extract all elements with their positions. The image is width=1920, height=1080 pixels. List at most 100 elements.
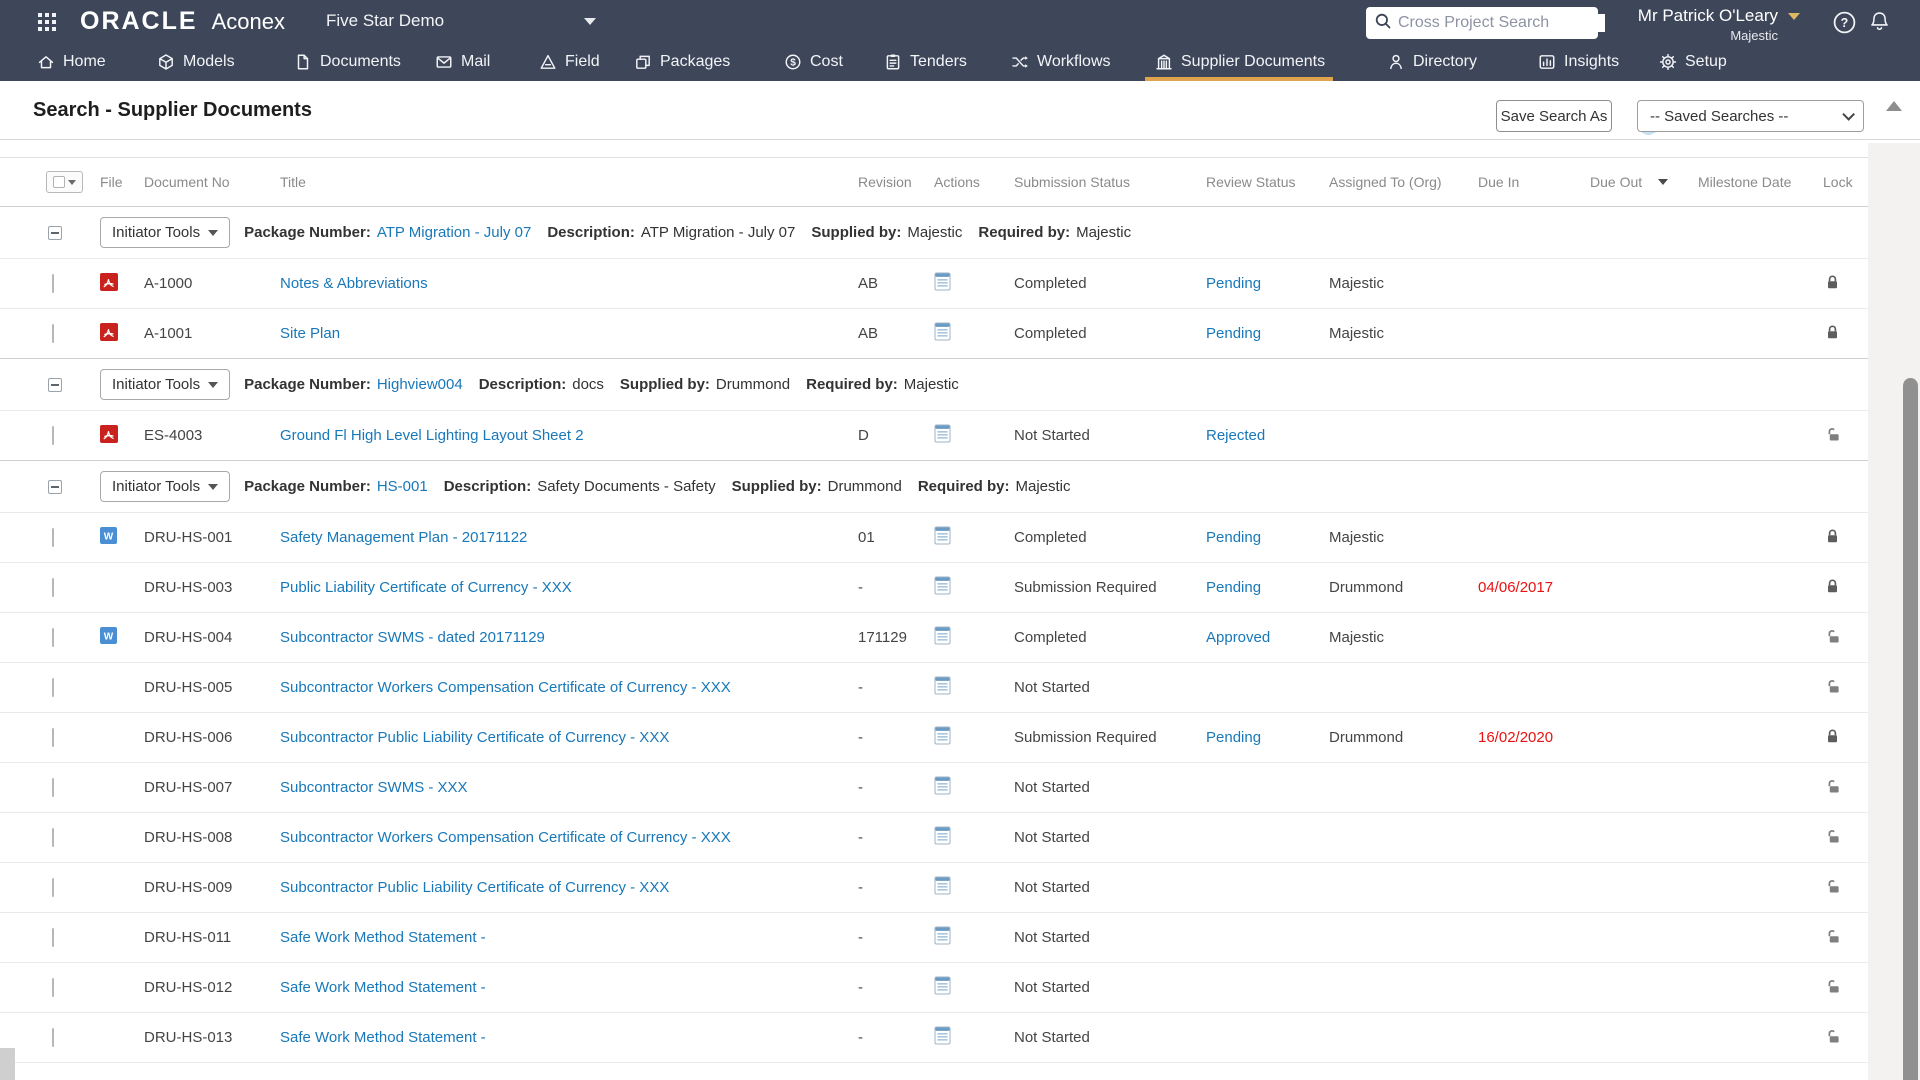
nav-item-directory[interactable]: Directory xyxy=(1387,42,1477,81)
actions-table-icon[interactable] xyxy=(934,776,951,795)
column-header-document-no[interactable]: Document No xyxy=(144,174,280,190)
actions-table-icon[interactable] xyxy=(934,626,951,645)
review-status-link[interactable]: Rejected xyxy=(1206,427,1265,444)
row-checkbox[interactable] xyxy=(52,426,54,445)
column-header-revision[interactable]: Revision xyxy=(858,174,934,190)
row-checkbox[interactable] xyxy=(52,1028,54,1047)
select-all-control[interactable] xyxy=(44,171,100,193)
nav-item-supplier-documents[interactable]: Supplier Documents xyxy=(1144,42,1334,81)
actions-table-icon[interactable] xyxy=(934,676,951,695)
nav-item-setup[interactable]: Setup xyxy=(1659,42,1727,81)
actions-table-icon[interactable] xyxy=(934,272,951,291)
row-checkbox[interactable] xyxy=(52,528,54,547)
document-title-link[interactable]: Ground Fl High Level Lighting Layout She… xyxy=(280,427,584,444)
nav-item-documents[interactable]: Documents xyxy=(294,42,401,81)
pdf-file-icon[interactable] xyxy=(100,424,118,443)
actions-table-icon[interactable] xyxy=(934,424,951,443)
document-title-link[interactable]: Subcontractor SWMS - XXX xyxy=(280,779,468,796)
initiator-tools-button[interactable]: Initiator Tools xyxy=(100,369,231,400)
column-header-file[interactable]: File xyxy=(100,174,144,190)
project-switcher[interactable]: Five Star Demo xyxy=(326,11,597,31)
review-status-link[interactable]: Pending xyxy=(1206,579,1261,596)
saved-searches-select[interactable]: -- Saved Searches -- xyxy=(1637,100,1864,132)
column-header-milestone-date[interactable]: Milestone Date xyxy=(1690,174,1815,190)
nav-item-models[interactable]: Models xyxy=(157,42,235,81)
group-package-number-value[interactable]: Highview004 xyxy=(377,376,463,393)
actions-table-icon[interactable] xyxy=(934,322,951,341)
document-title-link[interactable]: Subcontractor Public Liability Certifica… xyxy=(280,879,669,896)
select-all-checkbox[interactable] xyxy=(53,176,65,188)
column-header-review-status[interactable]: Review Status xyxy=(1206,174,1329,190)
document-title-link[interactable]: Notes & Abbreviations xyxy=(280,275,428,292)
actions-table-icon[interactable] xyxy=(934,526,951,545)
row-checkbox[interactable] xyxy=(52,274,54,293)
vertical-scrollbar-thumb[interactable] xyxy=(1903,378,1918,1080)
actions-table-icon[interactable] xyxy=(934,926,951,945)
nav-item-mail[interactable]: Mail xyxy=(435,42,490,81)
review-status-link[interactable]: Pending xyxy=(1206,729,1261,746)
document-title-link[interactable]: Safe Work Method Statement - xyxy=(280,979,486,996)
help-icon[interactable]: ? xyxy=(1832,10,1856,34)
user-menu[interactable]: Mr Patrick O'Leary Majestic xyxy=(1638,6,1800,43)
document-title-link[interactable]: Subcontractor Workers Compensation Certi… xyxy=(280,829,731,846)
column-header-title[interactable]: Title xyxy=(280,174,858,190)
row-checkbox[interactable] xyxy=(52,928,54,947)
row-checkbox[interactable] xyxy=(52,678,54,697)
pdf-file-icon[interactable] xyxy=(100,272,118,291)
nav-item-packages[interactable]: Packages xyxy=(634,42,730,81)
nav-item-home[interactable]: Home xyxy=(37,42,106,81)
pdf-file-icon[interactable] xyxy=(100,322,118,341)
row-checkbox[interactable] xyxy=(52,828,54,847)
document-title-link[interactable]: Subcontractor SWMS - dated 20171129 xyxy=(280,629,545,646)
review-status-link[interactable]: Pending xyxy=(1206,275,1261,292)
initiator-tools-button[interactable]: Initiator Tools xyxy=(100,217,231,248)
actions-table-icon[interactable] xyxy=(934,876,951,895)
row-checkbox[interactable] xyxy=(52,628,54,647)
document-title-link[interactable]: Safe Work Method Statement - xyxy=(280,929,486,946)
column-header-actions[interactable]: Actions xyxy=(934,174,1006,190)
word-file-icon[interactable]: W xyxy=(100,527,117,544)
document-title-link[interactable]: Site Plan xyxy=(280,325,340,342)
row-checkbox[interactable] xyxy=(52,578,54,597)
column-header-lock[interactable]: Lock xyxy=(1815,174,1868,190)
row-checkbox[interactable] xyxy=(52,324,54,343)
actions-table-icon[interactable] xyxy=(934,826,951,845)
search-input[interactable] xyxy=(1398,14,1605,32)
nav-item-insights[interactable]: Insights xyxy=(1538,42,1619,81)
actions-table-icon[interactable] xyxy=(934,1026,951,1045)
scroll-up-arrow[interactable] xyxy=(1886,101,1902,111)
column-header-assigned-to[interactable]: Assigned To (Org) xyxy=(1329,174,1478,190)
review-status-link[interactable]: Pending xyxy=(1206,529,1261,546)
nav-item-field[interactable]: Field xyxy=(539,42,600,81)
document-title-link[interactable]: Safe Work Method Statement - xyxy=(280,1029,486,1046)
column-header-due-in[interactable]: Due In xyxy=(1478,174,1590,190)
actions-table-icon[interactable] xyxy=(934,976,951,995)
row-checkbox[interactable] xyxy=(52,728,54,747)
row-checkbox[interactable] xyxy=(52,878,54,897)
group-package-number-value[interactable]: HS-001 xyxy=(377,478,428,495)
nav-item-workflows[interactable]: Workflows xyxy=(1011,42,1111,81)
document-title-link[interactable]: Safety Management Plan - 20171122 xyxy=(280,529,527,546)
app-launcher-grid-icon[interactable] xyxy=(37,12,57,32)
row-checkbox[interactable] xyxy=(52,778,54,797)
notifications-bell-icon[interactable] xyxy=(1868,10,1892,34)
actions-table-icon[interactable] xyxy=(934,576,951,595)
document-title-link[interactable]: Public Liability Certificate of Currency… xyxy=(280,579,572,596)
review-status-link[interactable]: Approved xyxy=(1206,629,1270,646)
document-title-link[interactable]: Subcontractor Public Liability Certifica… xyxy=(280,729,669,746)
word-file-icon[interactable]: W xyxy=(100,627,117,644)
review-status-link[interactable]: Pending xyxy=(1206,325,1261,342)
actions-table-icon[interactable] xyxy=(934,726,951,745)
collapse-group-icon[interactable] xyxy=(48,377,62,392)
collapse-group-icon[interactable] xyxy=(48,225,62,240)
group-package-number-value[interactable]: ATP Migration - July 07 xyxy=(377,224,532,241)
vertical-scrollbar-track[interactable] xyxy=(1868,143,1920,1080)
nav-item-tenders[interactable]: Tenders xyxy=(884,42,967,81)
save-search-as-button[interactable]: Save Search As xyxy=(1496,100,1612,132)
collapse-group-icon[interactable] xyxy=(48,479,62,494)
initiator-tools-button[interactable]: Initiator Tools xyxy=(100,471,231,502)
document-title-link[interactable]: Subcontractor Workers Compensation Certi… xyxy=(280,679,731,696)
column-header-submission-status[interactable]: Submission Status xyxy=(1006,174,1206,190)
column-header-due-out[interactable]: Due Out xyxy=(1590,174,1690,190)
nav-item-cost[interactable]: $ Cost xyxy=(784,42,843,81)
